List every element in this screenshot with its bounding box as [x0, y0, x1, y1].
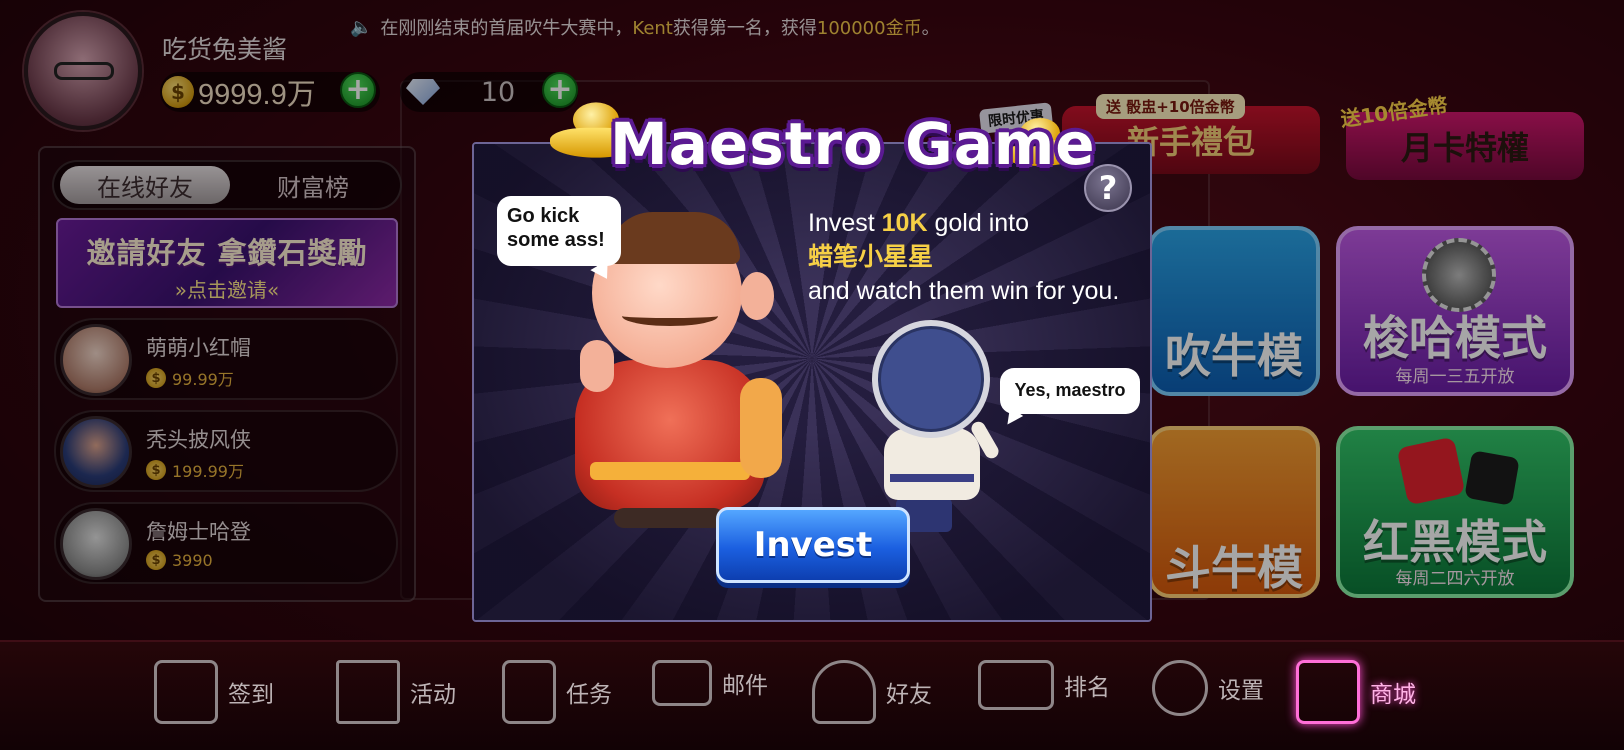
gear-icon	[1152, 660, 1208, 716]
minion-speech-bubble: Yes, maestro	[1000, 368, 1140, 414]
nav-label: 设置	[1218, 678, 1264, 704]
nav-sign-in[interactable]: 签到	[154, 660, 274, 724]
nav-label: 活动	[410, 682, 456, 708]
nav-label: 好友	[886, 682, 932, 708]
minion-avatar-placeholder	[872, 320, 990, 438]
nav-label: 签到	[228, 682, 274, 708]
boss-character-hair	[608, 212, 740, 264]
desc-suffix: and watch them win for you.	[808, 277, 1120, 305]
dialog-title: Maestro Game	[610, 110, 1096, 178]
nav-activity[interactable]: 活动	[336, 660, 456, 724]
boss-character-ear	[740, 272, 774, 320]
boss-character-arm	[740, 378, 782, 478]
nav-label: 任务	[566, 682, 612, 708]
friends-icon	[812, 660, 876, 724]
nav-shop[interactable]: 商城	[1296, 660, 1416, 724]
boss-character-hand	[580, 340, 614, 392]
help-button[interactable]: ?	[1084, 164, 1132, 212]
boss-character-belt	[590, 462, 750, 480]
document-icon	[336, 660, 400, 724]
task-book-icon	[502, 660, 556, 724]
nav-ranking[interactable]: 排名	[978, 660, 1110, 710]
nav-label: 商城	[1370, 682, 1416, 708]
desc-prefix: Invest	[808, 209, 882, 237]
cart-icon	[1296, 660, 1360, 724]
nav-settings[interactable]: 设置	[1152, 660, 1264, 716]
nav-friends[interactable]: 好友	[812, 660, 932, 724]
nav-label: 邮件	[722, 673, 768, 699]
nav-tasks[interactable]: 任务	[502, 660, 612, 724]
desc-target-name: 蜡笔小星星	[808, 243, 934, 271]
nav-mail[interactable]: 邮件	[652, 660, 768, 706]
mail-icon	[652, 660, 712, 706]
minion-character-belt	[890, 474, 974, 482]
calendar-icon	[154, 660, 218, 724]
invest-button[interactable]: Invest	[716, 507, 910, 583]
minion-character-body	[884, 428, 980, 500]
boss-character-mustache	[622, 306, 718, 326]
boss-speech-bubble: Go kick some ass!	[497, 196, 621, 266]
desc-mid: gold into	[927, 209, 1029, 237]
trophy-icon	[978, 660, 1054, 710]
dialog-description: Invest 10K gold into 蜡笔小星星 and watch the…	[808, 206, 1119, 308]
desc-amount: 10K	[881, 209, 928, 237]
nav-label: 排名	[1064, 675, 1110, 701]
boss-character-feet	[614, 508, 724, 528]
